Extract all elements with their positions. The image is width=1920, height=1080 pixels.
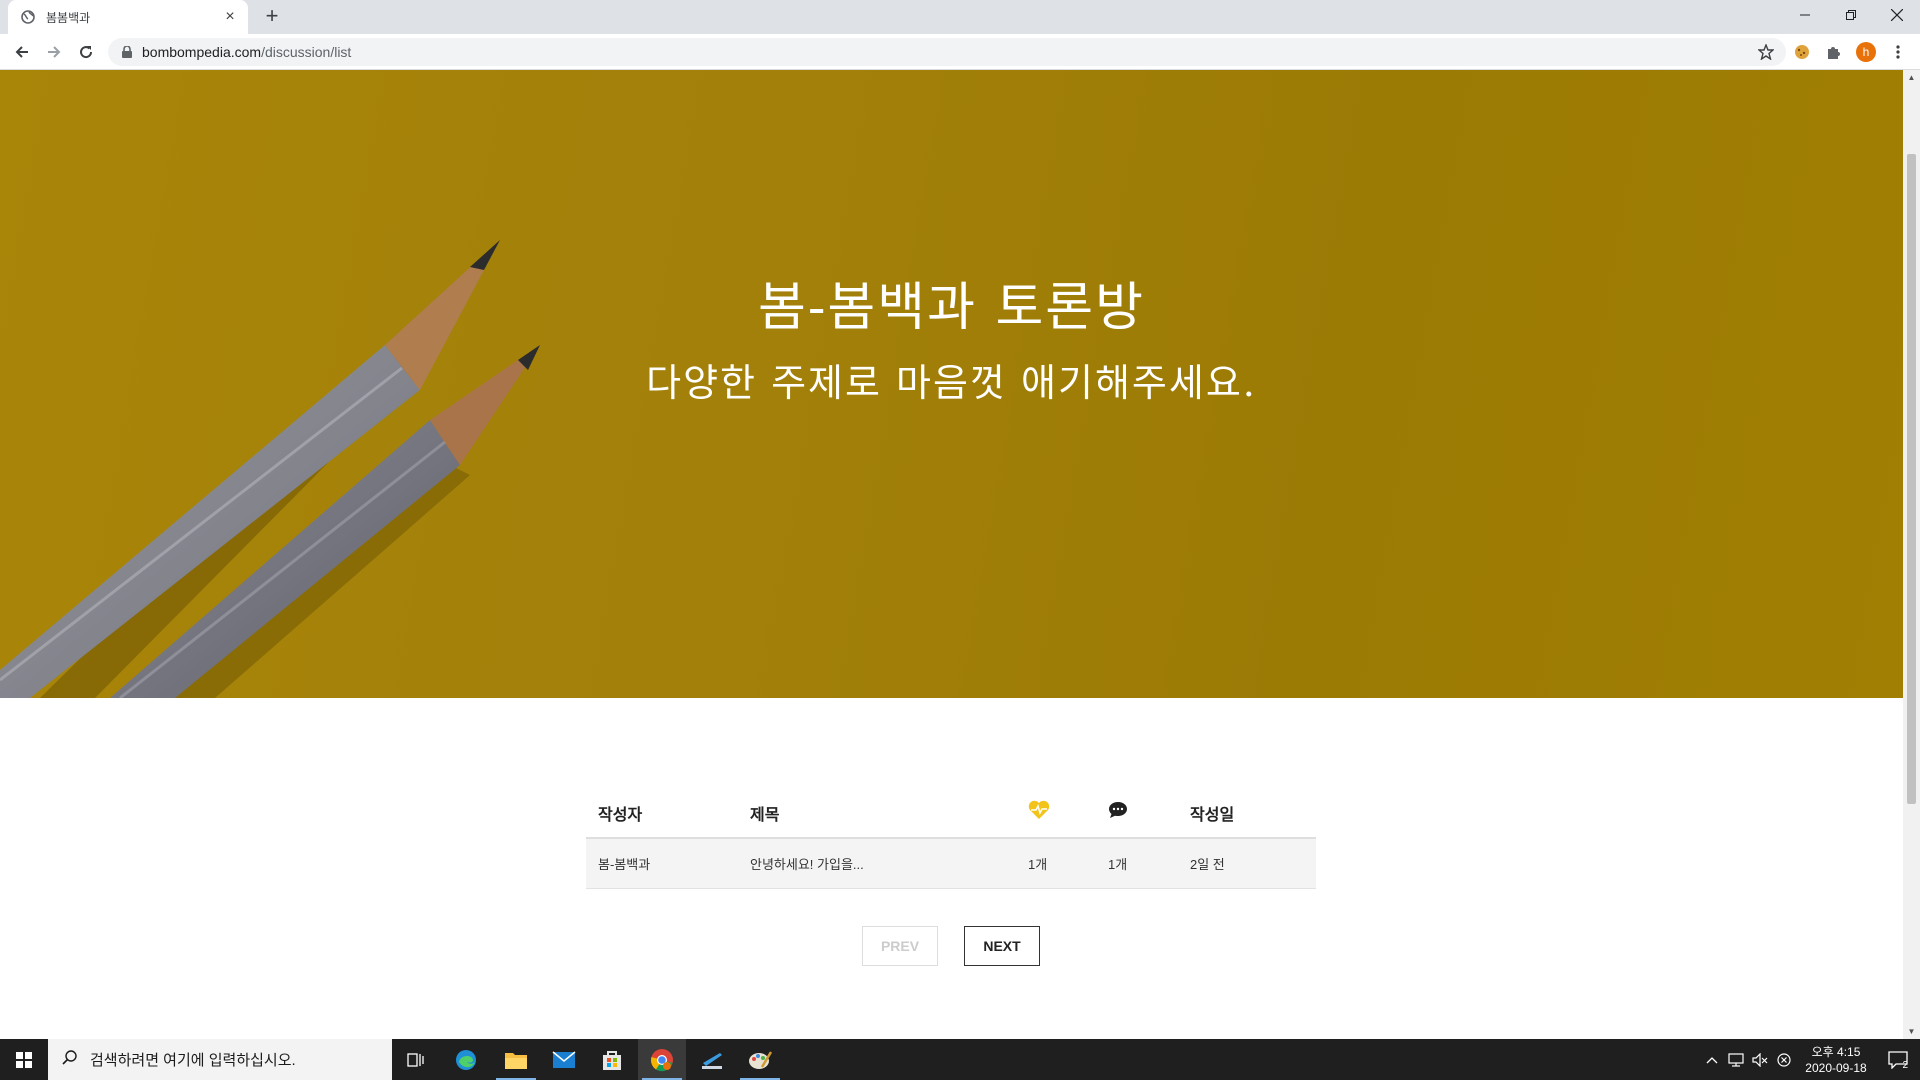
globe-icon xyxy=(20,9,36,25)
cookie-extension-icon[interactable] xyxy=(1790,40,1814,64)
profile-initial: h xyxy=(1856,42,1876,62)
row-date: 2일 전 xyxy=(1190,857,1225,872)
row-likes: 1개 xyxy=(1028,857,1048,872)
forward-button[interactable] xyxy=(40,38,68,66)
scroll-thumb[interactable] xyxy=(1907,154,1916,804)
clock-time: 오후 4:15 xyxy=(1811,1044,1861,1059)
mail-icon[interactable] xyxy=(540,1039,588,1080)
task-view-icon[interactable] xyxy=(392,1039,440,1080)
header-author: 작성자 xyxy=(598,806,643,824)
edge-browser-icon[interactable] xyxy=(442,1039,490,1080)
extensions-puzzle-icon[interactable] xyxy=(1822,40,1846,64)
row-comments: 1개 xyxy=(1108,857,1128,872)
restore-button[interactable] xyxy=(1828,0,1874,30)
table-row[interactable]: 봄-봄백과 안녕하세요! 가입을... 1개 1개 2일 전 xyxy=(586,839,1316,889)
tab-title: 봄봄백과 xyxy=(46,10,91,25)
lock-icon[interactable] xyxy=(120,45,134,59)
menu-kebab-icon[interactable] xyxy=(1886,40,1910,64)
taskbar-search-placeholder: 검색하려면 여기에 입력하십시오. xyxy=(90,1052,296,1069)
store-icon[interactable] xyxy=(588,1039,636,1080)
taskbar-search-box[interactable]: 검색하려면 여기에 입력하십시오. xyxy=(48,1039,392,1080)
address-bar[interactable]: bombompedia.com/discussion/list xyxy=(108,38,1786,66)
table-header: 작성자 제목 작성일 xyxy=(586,788,1316,839)
file-explorer-icon[interactable] xyxy=(492,1039,540,1080)
row-author: 봄-봄백과 xyxy=(598,857,651,872)
bookmark-star-icon[interactable] xyxy=(1756,42,1776,62)
chevron-up-icon[interactable] xyxy=(1700,1039,1724,1080)
taskbar-clock[interactable]: 오후 4:15 2020-09-18 xyxy=(1796,1044,1876,1076)
chrome-icon[interactable] xyxy=(638,1039,686,1080)
action-center-icon[interactable]: 2 xyxy=(1876,1039,1920,1080)
remote-desktop-icon[interactable] xyxy=(688,1039,736,1080)
search-icon xyxy=(62,1049,78,1070)
heart-icon xyxy=(1018,800,1098,825)
comment-bubble-icon xyxy=(1098,801,1178,824)
header-title: 제목 xyxy=(750,806,780,824)
status-x-icon[interactable] xyxy=(1772,1039,1796,1080)
close-tab-icon[interactable]: × xyxy=(222,9,238,25)
url-text: bombompedia.com/discussion/list xyxy=(142,44,351,60)
browser-tab-bar: 봄봄백과 × + xyxy=(0,0,1920,34)
new-tab-button[interactable]: + xyxy=(260,5,284,29)
back-button[interactable] xyxy=(8,38,36,66)
clock-date: 2020-09-18 xyxy=(1805,1060,1867,1075)
discussion-table: 작성자 제목 작성일 봄-봄백과 안녕하세요! 가입을... 1개 1개 2일 … xyxy=(586,788,1316,889)
network-icon[interactable] xyxy=(1724,1039,1748,1080)
page-viewport: 봄-봄백과 토론방 다양한 주제로 마음껏 애기해주세요. 작성자 제목 작성일… xyxy=(0,70,1903,1039)
row-title-link[interactable]: 안녕하세요! 가입을... xyxy=(738,854,1018,873)
system-tray: 오후 4:15 2020-09-18 2 xyxy=(1700,1039,1920,1080)
scroll-down-arrow-icon[interactable]: ▼ xyxy=(1907,1027,1916,1036)
page-scrollbar[interactable]: ▲ ▼ xyxy=(1903,70,1920,1039)
notification-count: 2 xyxy=(1902,1060,1908,1071)
hero-subtitle: 다양한 주제로 마음껏 애기해주세요. xyxy=(646,361,1257,405)
scroll-up-arrow-icon[interactable]: ▲ xyxy=(1907,73,1916,82)
pagination: PREV NEXT xyxy=(862,926,1040,966)
hero-banner: 봄-봄백과 토론방 다양한 주제로 마음껏 애기해주세요. xyxy=(0,70,1903,698)
next-button[interactable]: NEXT xyxy=(964,926,1040,966)
minimize-button[interactable] xyxy=(1782,0,1828,30)
url-host: bombompedia.com xyxy=(142,44,262,60)
reload-button[interactable] xyxy=(72,38,100,66)
header-date: 작성일 xyxy=(1190,806,1235,824)
browser-toolbar: bombompedia.com/discussion/list h xyxy=(0,34,1920,70)
profile-avatar[interactable]: h xyxy=(1854,40,1878,64)
close-window-button[interactable] xyxy=(1874,0,1920,30)
paint-app-icon[interactable] xyxy=(736,1039,784,1080)
prev-button[interactable]: PREV xyxy=(862,926,938,966)
windows-start-icon[interactable] xyxy=(0,1039,48,1080)
windows-taskbar: 검색하려면 여기에 입력하십시오. 오후 4:15 2020-09-18 2 xyxy=(0,1039,1920,1080)
browser-tab[interactable]: 봄봄백과 × xyxy=(8,0,248,34)
volume-muted-icon[interactable] xyxy=(1748,1039,1772,1080)
hero-title: 봄-봄백과 토론방 xyxy=(758,278,1145,338)
url-path: /discussion/list xyxy=(261,44,352,60)
